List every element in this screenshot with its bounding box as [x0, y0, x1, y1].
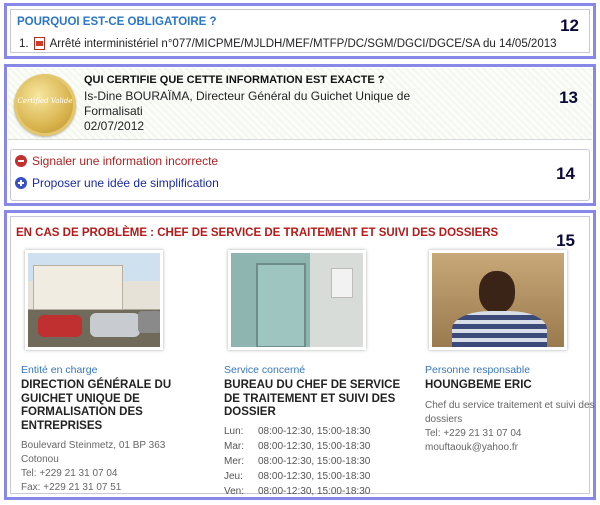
hours-day: Mer: — [224, 455, 244, 467]
car-shape — [38, 315, 82, 337]
why-mandatory-title: POURQUOI EST-CE OBLIGATOIRE ? — [17, 16, 217, 28]
hours-day: Lun: — [224, 425, 244, 437]
hours-time: 08:00-12:30, 15:00-18:30 — [258, 485, 371, 497]
entity-building-photo — [25, 250, 163, 350]
car-shape — [90, 313, 140, 337]
person-head-shape — [479, 271, 515, 313]
door-shape — [256, 263, 306, 347]
plus-circle-icon — [15, 177, 27, 189]
propose-idea-link[interactable]: Proposer une idée de simplification — [15, 176, 219, 190]
seal-text: Certified Valide — [17, 97, 73, 105]
section-number-12: 12 — [560, 16, 579, 35]
person-label: Personne responsable — [425, 364, 531, 376]
problem-contact-box: EN CAS DE PROBLÈME : CHEF DE SERVICE DE … — [10, 216, 595, 497]
building-shape — [33, 265, 123, 310]
report-incorrect-label: Signaler une information incorrecte — [32, 154, 219, 168]
entity-column: Entité en charge DIRECTION GÉNÉRALE DU G… — [21, 250, 201, 495]
service-office-photo — [228, 250, 366, 350]
pdf-icon — [33, 37, 45, 50]
certified-seal-icon: Certified Valide — [14, 74, 76, 136]
car-shape — [138, 311, 160, 333]
service-column: Service concerné BUREAU DU CHEF DE SERVI… — [224, 250, 404, 499]
report-incorrect-link[interactable]: Signaler une information incorrecte — [15, 154, 218, 168]
feedback-actions: Signaler une information incorrecte Prop… — [10, 149, 590, 201]
hours-time: 08:00-12:30, 15:00-18:30 — [258, 425, 371, 437]
hours-row: Lun: 08:00-12:30, 15:00-18:30 — [224, 424, 404, 439]
list-index: 1. — [19, 37, 29, 50]
hours-time: 08:00-12:30, 15:00-18:30 — [258, 455, 371, 467]
why-mandatory-panel: POURQUOI EST-CE OBLIGATOIRE ? 1. Arrêté … — [4, 3, 596, 59]
certify-details: Is-Dine BOURAÏMA, Directeur Général du G… — [84, 89, 464, 134]
hours-row: Mer: 08:00-12:30, 15:00-18:30 — [224, 454, 404, 469]
minus-circle-icon — [15, 155, 27, 167]
certification-box: Certified Valide QUI CERTIFIE QUE CETTE … — [8, 68, 592, 140]
legal-text-item[interactable]: 1. Arrêté interministériel n°077/MICPME/… — [19, 37, 557, 50]
hours-day: Mar: — [224, 440, 244, 452]
hours-time: 08:00-12:30, 15:00-18:30 — [258, 470, 371, 482]
problem-contact-title: EN CAS DE PROBLÈME : CHEF DE SERVICE DE … — [16, 227, 499, 239]
entity-fax: Fax: +229 21 31 07 51 — [21, 482, 122, 493]
legal-text-link[interactable]: Arrêté interministériel n°077/MICPME/MJL… — [50, 38, 557, 50]
hours-row: Mar: 08:00-12:30, 15:00-18:30 — [224, 439, 404, 454]
why-mandatory-box: POURQUOI EST-CE OBLIGATOIRE ? 1. Arrêté … — [10, 9, 590, 53]
hours-row: Ven: 08:00-12:30, 15:00-18:30 — [224, 484, 404, 499]
person-name: HOUNGBEME ERIC — [425, 379, 532, 391]
certifier-name: Is-Dine BOURAÏMA, Directeur Général du G… — [84, 89, 411, 118]
person-email[interactable]: mouftaouk@yahoo.fr — [425, 441, 600, 455]
problem-contact-panel: EN CAS DE PROBLÈME : CHEF DE SERVICE DE … — [4, 210, 596, 500]
propose-idea-label: Proposer une idée de simplification — [32, 176, 219, 190]
hours-time: 08:00-12:30, 15:00-18:30 — [258, 440, 371, 452]
entity-tel: Tel: +229 21 31 07 04 — [21, 468, 118, 479]
person-tel: Tel: +229 21 31 07 04 — [425, 427, 522, 439]
section-number-15: 15 — [556, 231, 575, 250]
section-number-14: 14 — [556, 164, 575, 183]
entity-name: DIRECTION GÉNÉRALE DU GUICHET UNIQUE DE … — [21, 379, 172, 432]
hours-row: Jeu: 08:00-12:30, 15:00-18:30 — [224, 469, 404, 484]
certify-date: 02/07/2012 — [84, 119, 145, 133]
certify-title: QUI CERTIFIE QUE CETTE INFORMATION EST E… — [84, 74, 385, 86]
opening-hours: Lun: 08:00-12:30, 15:00-18:30 Mar: 08:00-1… — [224, 424, 404, 499]
hours-day: Ven: — [224, 485, 245, 497]
person-body-shape — [452, 311, 547, 347]
entity-label: Entité en charge — [21, 364, 98, 376]
entity-address: Boulevard Steinmetz, 01 BP 363 Cotonou — [21, 440, 166, 465]
responsible-person-photo — [429, 250, 567, 350]
service-name: BUREAU DU CHEF DE SERVICE DE TRAITEMENT … — [224, 379, 401, 418]
hours-day: Jeu: — [224, 470, 243, 482]
section-number-13: 13 — [559, 88, 578, 107]
certify-panel: Certified Valide QUI CERTIFIE QUE CETTE … — [4, 64, 596, 206]
person-role: Chef du service traitement et suivi des … — [425, 399, 595, 425]
person-column: Personne responsable HOUNGBEME ERIC Chef… — [425, 250, 600, 455]
service-label: Service concerné — [224, 364, 306, 376]
poster-shape — [331, 268, 353, 298]
